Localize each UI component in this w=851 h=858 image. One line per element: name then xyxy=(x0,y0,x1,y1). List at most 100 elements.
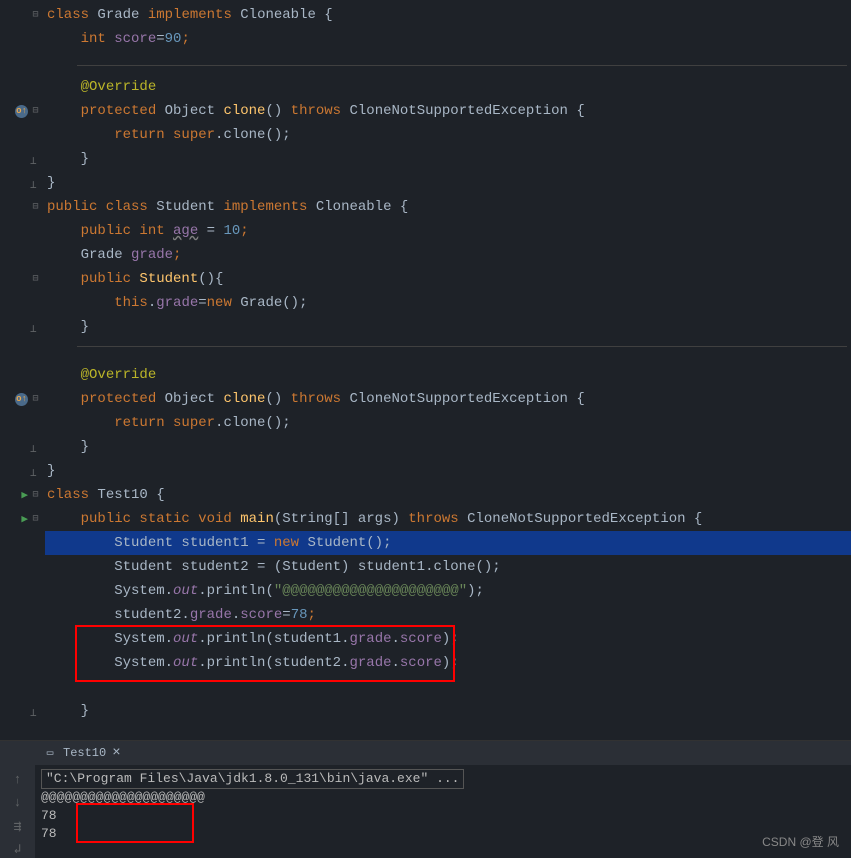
code-text: Object xyxy=(165,103,224,119)
code-text: score xyxy=(400,655,442,671)
code-text: Grade xyxy=(97,7,147,23)
fold-icon[interactable]: ⊟ xyxy=(30,490,41,501)
code-text: . xyxy=(232,607,240,623)
terminal-content[interactable]: ▭ Test10 × "C:\Program Files\Java\jdk1.8… xyxy=(35,741,851,858)
code-content[interactable]: class Grade implements Cloneable { int s… xyxy=(45,0,851,740)
code-text: 90 xyxy=(165,31,182,47)
fold-icon[interactable]: ⊟ xyxy=(30,202,41,213)
code-text: Test10 { xyxy=(97,487,164,503)
code-text: age xyxy=(173,223,198,239)
fold-icon[interactable]: ⊟ xyxy=(30,274,41,285)
code-text: score xyxy=(114,31,156,47)
code-text: out xyxy=(173,655,198,671)
run-icon[interactable]: ▶ xyxy=(21,488,28,502)
code-text: .println(student1. xyxy=(198,631,349,647)
filter-icon[interactable]: ⇶ xyxy=(9,818,27,835)
code-text: student2. xyxy=(114,607,190,623)
code-text: this xyxy=(114,295,148,311)
code-text: ; xyxy=(181,31,189,47)
wrap-icon[interactable]: ↲ xyxy=(9,841,27,858)
code-text: int xyxy=(81,31,115,47)
code-text: new xyxy=(274,535,308,551)
code-text: 10 xyxy=(223,223,240,239)
code-text: ; xyxy=(308,607,316,623)
code-text: main xyxy=(240,511,274,527)
code-text: } xyxy=(81,703,89,719)
bracket-close-icon: ⊥ xyxy=(30,442,41,453)
bracket-close-icon: ⊥ xyxy=(30,706,41,717)
code-text: System. xyxy=(114,583,173,599)
output-line: @@@@@@@@@@@@@@@@@@@@@ xyxy=(41,789,845,807)
bracket-close-icon: ⊥ xyxy=(30,178,41,189)
arrow-down-icon[interactable]: ↓ xyxy=(9,794,27,811)
code-text: Student student1 = xyxy=(114,535,274,551)
code-text: Student xyxy=(156,199,223,215)
code-text: @Override xyxy=(81,79,157,95)
code-text: class xyxy=(47,487,97,503)
code-text: } xyxy=(81,151,89,167)
code-text: return super xyxy=(114,415,215,431)
close-icon[interactable]: × xyxy=(112,745,120,761)
code-text: class xyxy=(47,7,97,23)
code-text: CloneNotSupportedException { xyxy=(349,391,584,407)
code-text: implements xyxy=(223,199,315,215)
watermark: CSDN @登 风 xyxy=(762,833,839,850)
code-text: @Override xyxy=(81,367,157,383)
fold-icon[interactable]: ⊟ xyxy=(30,10,41,21)
terminal-output: "C:\Program Files\Java\jdk1.8.0_131\bin\… xyxy=(35,765,851,847)
code-text: throws xyxy=(408,511,467,527)
code-text: } xyxy=(47,463,55,479)
code-text: = xyxy=(198,223,223,239)
code-text: clone xyxy=(223,391,265,407)
code-text: CloneNotSupportedException { xyxy=(467,511,702,527)
code-text: System. xyxy=(114,655,173,671)
terminal-tab[interactable]: ▭ Test10 × xyxy=(35,741,851,765)
terminal-toolbar: ↑ ↓ ⇶ ↲ xyxy=(0,741,35,858)
override-icon[interactable]: o↑ xyxy=(15,105,28,118)
bracket-close-icon: ⊥ xyxy=(30,322,41,333)
code-text: ); xyxy=(442,631,459,647)
code-text: new xyxy=(207,295,241,311)
code-text: ); xyxy=(442,655,459,671)
console-icon: ▭ xyxy=(43,746,57,760)
code-text: Student student2 = (Student) student1.cl… xyxy=(114,559,500,575)
run-icon[interactable]: ▶ xyxy=(21,512,28,526)
code-text: throws xyxy=(291,391,350,407)
fold-icon[interactable]: ⊟ xyxy=(30,106,41,117)
code-text: CloneNotSupportedException { xyxy=(349,103,584,119)
code-text: (String[] args) xyxy=(274,511,408,527)
code-text: throws xyxy=(291,103,350,119)
code-text: grade xyxy=(349,631,391,647)
arrow-up-icon[interactable]: ↑ xyxy=(9,771,27,788)
code-text: score xyxy=(400,631,442,647)
code-editor[interactable]: ⊟ o↑⊟ ⊥ ⊥ ⊟ ⊟ ⊥ o↑⊟ ⊥ ⊥ ▶⊟ ▶⊟ ⊥ class Gr… xyxy=(0,0,851,740)
code-text: Cloneable { xyxy=(316,199,408,215)
code-text: protected xyxy=(81,391,165,407)
code-text: Cloneable { xyxy=(240,7,332,23)
fold-icon[interactable]: ⊟ xyxy=(30,514,41,525)
code-text: Student xyxy=(139,271,198,287)
code-text: public static void xyxy=(81,511,241,527)
bracket-close-icon: ⊥ xyxy=(30,466,41,477)
code-text: public int xyxy=(81,223,173,239)
code-text: = xyxy=(156,31,164,47)
code-text: . xyxy=(392,631,400,647)
code-text: .println(student2. xyxy=(198,655,349,671)
code-text: 78 xyxy=(291,607,308,623)
fold-icon[interactable]: ⊟ xyxy=(30,394,41,405)
gutter: ⊟ o↑⊟ ⊥ ⊥ ⊟ ⊟ ⊥ o↑⊟ ⊥ ⊥ ▶⊟ ▶⊟ ⊥ xyxy=(0,0,45,740)
code-text: out xyxy=(173,631,198,647)
code-text: .clone(); xyxy=(215,415,291,431)
code-text: Object xyxy=(165,391,224,407)
code-text: Grade xyxy=(81,247,131,263)
code-text: . xyxy=(392,655,400,671)
code-text: } xyxy=(81,319,89,335)
code-text: grade xyxy=(190,607,232,623)
code-text: Grade(); xyxy=(240,295,307,311)
override-icon[interactable]: o↑ xyxy=(15,393,28,406)
code-text: () xyxy=(265,391,290,407)
code-text: grade xyxy=(156,295,198,311)
code-text: () xyxy=(265,103,290,119)
code-text: .println( xyxy=(198,583,274,599)
code-text: "@@@@@@@@@@@@@@@@@@@@@" xyxy=(274,583,467,599)
